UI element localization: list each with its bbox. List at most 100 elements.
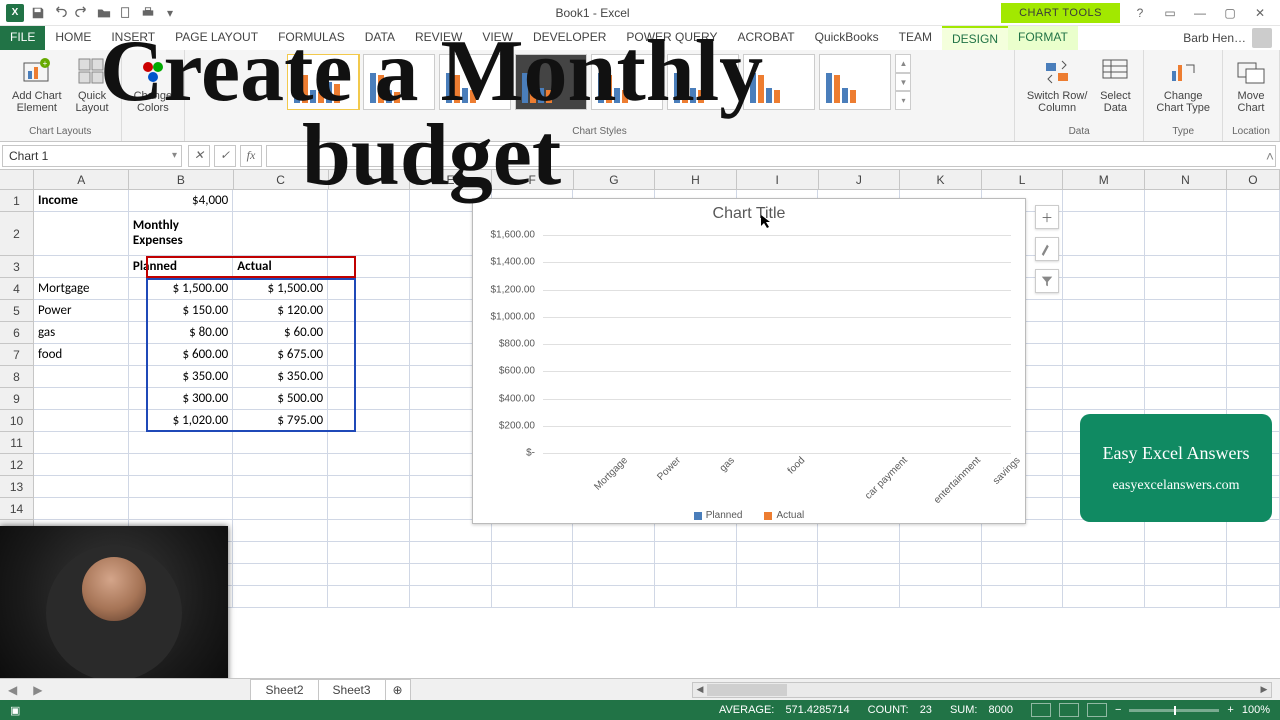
new-icon[interactable] (118, 5, 134, 21)
column-header[interactable]: F (492, 170, 574, 189)
normal-view-icon[interactable] (1031, 703, 1051, 717)
cell-M8[interactable] (1063, 366, 1145, 388)
tab-view[interactable]: VIEW (472, 26, 523, 50)
tab-data[interactable]: DATA (355, 26, 405, 50)
cell-L17[interactable] (982, 564, 1064, 586)
cell-M17[interactable] (1063, 564, 1145, 586)
cell-C11[interactable] (233, 432, 328, 454)
cell-N9[interactable] (1145, 388, 1227, 410)
collapse-ribbon-icon[interactable]: ˄ (1266, 148, 1274, 164)
cell-F18[interactable] (492, 586, 574, 608)
cell-F16[interactable] (492, 542, 574, 564)
tab-insert[interactable]: INSERT (101, 26, 165, 50)
tab-review[interactable]: REVIEW (405, 26, 472, 50)
page-break-view-icon[interactable] (1087, 703, 1107, 717)
cell-C16[interactable] (233, 542, 328, 564)
cancel-formula-icon[interactable]: ✕ (188, 145, 210, 167)
cell-G17[interactable] (573, 564, 655, 586)
cell-N17[interactable] (1145, 564, 1227, 586)
formula-input[interactable] (266, 145, 1276, 167)
chart-style-thumb[interactable] (667, 54, 739, 110)
cell-O1[interactable] (1227, 190, 1280, 212)
select-all-corner[interactable] (0, 170, 34, 189)
cell-O3[interactable] (1227, 256, 1280, 278)
column-header[interactable]: H (655, 170, 737, 189)
sheet-nav-prev-icon[interactable]: ◀ (0, 683, 25, 697)
row-header[interactable]: 7 (0, 344, 34, 366)
column-header[interactable]: M (1063, 170, 1145, 189)
cell-J18[interactable] (818, 586, 900, 608)
user-account[interactable]: Barb Hen… (1175, 26, 1280, 50)
cell-A6[interactable]: gas (34, 322, 129, 344)
select-data-button[interactable]: Select Data (1095, 54, 1135, 116)
cell-A11[interactable] (34, 432, 129, 454)
cell-A10[interactable] (34, 410, 129, 432)
cell-A1[interactable]: Income (34, 190, 129, 212)
cell-B11[interactable] (129, 432, 233, 454)
cell-B12[interactable] (129, 454, 233, 476)
cell-M9[interactable] (1063, 388, 1145, 410)
cell-O8[interactable] (1227, 366, 1280, 388)
row-header[interactable]: 2 (0, 212, 34, 256)
cell-N4[interactable] (1145, 278, 1227, 300)
cell-D15[interactable] (328, 520, 410, 542)
zoom-level[interactable]: 100% (1242, 704, 1270, 716)
tab-team[interactable]: TEAM (889, 26, 942, 50)
column-header[interactable]: E (410, 170, 492, 189)
cell-O5[interactable] (1227, 300, 1280, 322)
cell-A2[interactable] (34, 212, 129, 256)
change-colors-button[interactable]: Change Colors (130, 54, 177, 116)
cell-D16[interactable] (328, 542, 410, 564)
row-header[interactable]: 12 (0, 454, 34, 476)
cell-H16[interactable] (655, 542, 737, 564)
row-header[interactable]: 10 (0, 410, 34, 432)
cell-L18[interactable] (982, 586, 1064, 608)
cell-A7[interactable]: food (34, 344, 129, 366)
cell-C12[interactable] (233, 454, 328, 476)
cell-O6[interactable] (1227, 322, 1280, 344)
cell-O9[interactable] (1227, 388, 1280, 410)
cell-I16[interactable] (737, 542, 819, 564)
open-icon[interactable] (96, 5, 112, 21)
column-header[interactable]: J (819, 170, 901, 189)
page-layout-view-icon[interactable] (1059, 703, 1079, 717)
cell-M4[interactable] (1063, 278, 1145, 300)
cell-D13[interactable] (328, 476, 410, 498)
row-header[interactable]: 4 (0, 278, 34, 300)
column-header[interactable]: O (1227, 170, 1280, 189)
cell-K17[interactable] (900, 564, 982, 586)
column-header[interactable]: B (129, 170, 233, 189)
cell-C18[interactable] (233, 586, 328, 608)
cell-G18[interactable] (573, 586, 655, 608)
close-icon[interactable]: ✕ (1246, 3, 1274, 23)
cell-A4[interactable]: Mortgage (34, 278, 129, 300)
cell-M2[interactable] (1063, 212, 1145, 256)
switch-row-column-button[interactable]: Switch Row/ Column (1023, 54, 1092, 116)
save-icon[interactable] (30, 5, 46, 21)
row-header[interactable]: 6 (0, 322, 34, 344)
cell-D2[interactable] (328, 212, 410, 256)
tab-page-layout[interactable]: PAGE LAYOUT (165, 26, 268, 50)
cell-M6[interactable] (1063, 322, 1145, 344)
cell-H17[interactable] (655, 564, 737, 586)
horizontal-scrollbar[interactable]: ◀ ▶ (692, 682, 1272, 698)
cell-O2[interactable] (1227, 212, 1280, 256)
cell-F17[interactable] (492, 564, 574, 586)
chart-styles-button[interactable] (1035, 237, 1059, 261)
cell-N3[interactable] (1145, 256, 1227, 278)
tab-power-query[interactable]: POWER QUERY (616, 26, 727, 50)
chart-style-thumb[interactable] (819, 54, 891, 110)
cell-E17[interactable] (410, 564, 492, 586)
cell-N16[interactable] (1145, 542, 1227, 564)
record-macro-icon[interactable]: ▣ (10, 704, 20, 717)
cell-I18[interactable] (737, 586, 819, 608)
sheet-tab[interactable]: Sheet3 (318, 679, 386, 700)
cell-M3[interactable] (1063, 256, 1145, 278)
row-header[interactable]: 14 (0, 498, 34, 520)
cell-D11[interactable] (328, 432, 410, 454)
cell-B1[interactable]: $4,000 (129, 190, 233, 212)
change-chart-type-button[interactable]: Change Chart Type (1152, 54, 1214, 116)
cell-O16[interactable] (1227, 542, 1280, 564)
row-header[interactable]: 9 (0, 388, 34, 410)
cell-I17[interactable] (737, 564, 819, 586)
